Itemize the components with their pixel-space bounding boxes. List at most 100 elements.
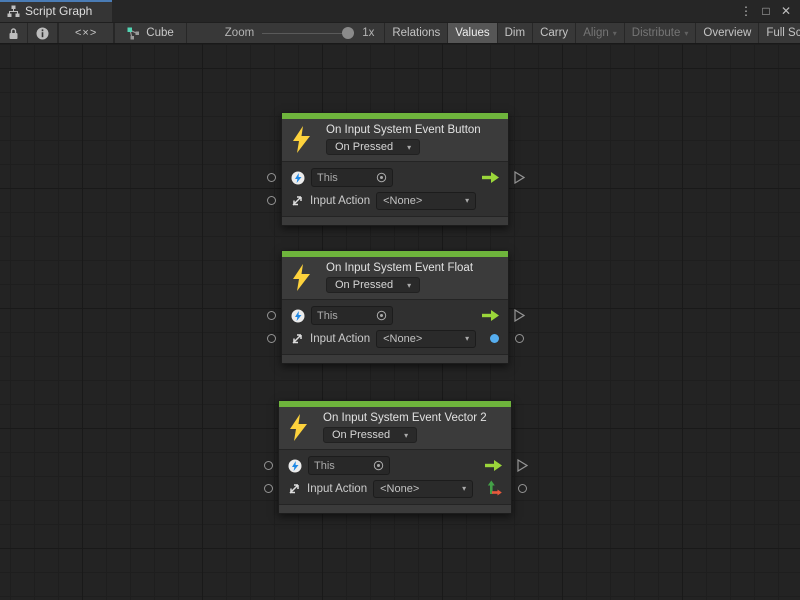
- chevron-down-icon: ▾: [465, 196, 469, 205]
- lock-icon: [8, 27, 19, 40]
- window-menu-icon[interactable]: ⋮: [738, 3, 754, 19]
- node-body: This: [279, 450, 511, 504]
- flow-arrow-icon: [482, 310, 499, 321]
- tab-script-graph[interactable]: Script Graph: [0, 0, 112, 22]
- node-on-input-system-event-float[interactable]: On Input System Event Float On Pressed ▾: [281, 250, 509, 364]
- object-picker-icon[interactable]: [376, 310, 387, 321]
- chevron-down-icon: ▾: [404, 431, 408, 440]
- input-action-port-row: Input Action <None> ▾: [279, 477, 511, 500]
- input-action-dropdown[interactable]: <None> ▾: [376, 192, 476, 210]
- active-tab-indicator: [0, 0, 112, 2]
- window-maximize-icon[interactable]: □: [758, 3, 774, 19]
- node-on-input-system-event-button[interactable]: On Input System Event Button On Pressed …: [281, 112, 509, 226]
- gameobject-event-icon: [291, 171, 305, 185]
- chevron-down-icon: ▾: [465, 334, 469, 343]
- node-footer: [279, 504, 511, 513]
- input-action-port-row: Input Action <None> ▾: [282, 189, 508, 212]
- node-header: On Input System Event Button On Pressed …: [282, 119, 508, 162]
- this-port-row: This: [282, 304, 508, 327]
- values-toggle[interactable]: Values: [448, 23, 497, 43]
- graph-hierarchy-icon: [7, 5, 20, 18]
- this-input-port[interactable]: [267, 311, 276, 320]
- chevron-down-icon: ▾: [684, 29, 688, 38]
- node-footer: [282, 354, 508, 363]
- float-value-icon: [490, 334, 499, 343]
- trigger-state-dropdown[interactable]: On Pressed ▾: [326, 139, 420, 155]
- input-action-dropdown[interactable]: <None> ▾: [373, 480, 473, 498]
- node-on-input-system-event-vector2[interactable]: On Input System Event Vector 2 On Presse…: [278, 400, 512, 514]
- node-title: On Input System Event Button: [326, 124, 481, 136]
- chevron-down-icon: ▾: [462, 484, 466, 493]
- event-bolt-icon: [292, 126, 311, 153]
- this-object-field[interactable]: This: [311, 168, 393, 187]
- vector2-value-output-port[interactable]: [518, 484, 527, 493]
- graph-toolbar: <×> Cube Zoom 1x Relations Values: [0, 22, 800, 44]
- vector2-value-icon: [487, 480, 502, 497]
- graph-breadcrumb[interactable]: Cube: [115, 23, 187, 43]
- node-footer: [282, 216, 508, 225]
- float-value-output-port[interactable]: [515, 334, 524, 343]
- preview-code-button[interactable]: <×>: [59, 23, 114, 43]
- object-picker-icon[interactable]: [376, 172, 387, 183]
- gameobject-event-icon: [288, 459, 302, 473]
- overview-button[interactable]: Overview: [696, 23, 759, 43]
- input-action-icon: [291, 194, 304, 207]
- chevron-down-icon: ▾: [407, 281, 411, 290]
- input-action-label: Input Action: [307, 483, 367, 495]
- zoom-slider-handle[interactable]: [342, 27, 354, 39]
- carry-toggle[interactable]: Carry: [533, 23, 576, 43]
- input-action-port-row: Input Action <None> ▾: [282, 327, 508, 350]
- trigger-state-dropdown[interactable]: On Pressed ▾: [323, 427, 417, 443]
- distribute-dropdown[interactable]: Distribute ▾: [625, 23, 697, 43]
- gameobject-event-icon: [291, 309, 305, 323]
- input-action-icon: [288, 482, 301, 495]
- chevron-down-icon: ▾: [407, 143, 411, 152]
- flow-output-port[interactable]: [517, 459, 528, 472]
- lock-button[interactable]: [0, 23, 28, 43]
- chevron-down-icon: ▾: [613, 29, 617, 38]
- node-title: On Input System Event Float: [326, 262, 473, 274]
- node-header: On Input System Event Float On Pressed ▾: [282, 257, 508, 300]
- event-bolt-icon: [292, 264, 311, 291]
- script-graph-asset-icon: [127, 27, 140, 40]
- align-dropdown[interactable]: Align ▾: [576, 23, 625, 43]
- flow-output-port[interactable]: [514, 309, 525, 322]
- window-controls: ⋮ □ ✕: [738, 0, 800, 22]
- node-header: On Input System Event Vector 2 On Presse…: [279, 407, 511, 450]
- graph-name: Cube: [146, 27, 174, 39]
- node-body: This: [282, 300, 508, 354]
- event-bolt-icon: [289, 414, 308, 441]
- input-action-icon: [291, 332, 304, 345]
- tab-title: Script Graph: [25, 4, 92, 18]
- relations-toggle[interactable]: Relations: [385, 23, 448, 43]
- input-action-input-port[interactable]: [267, 196, 276, 205]
- this-object-field[interactable]: This: [308, 456, 390, 475]
- node-title: On Input System Event Vector 2: [323, 412, 487, 424]
- this-input-port[interactable]: [267, 173, 276, 182]
- input-action-label: Input Action: [310, 333, 370, 345]
- window-close-icon[interactable]: ✕: [778, 3, 794, 19]
- input-action-input-port[interactable]: [267, 334, 276, 343]
- input-action-label: Input Action: [310, 195, 370, 207]
- this-object-field[interactable]: This: [311, 306, 393, 325]
- inspect-button[interactable]: [28, 23, 58, 43]
- this-port-row: This: [279, 454, 511, 477]
- object-picker-icon[interactable]: [373, 460, 384, 471]
- zoom-slider[interactable]: [262, 26, 354, 40]
- dim-toggle[interactable]: Dim: [498, 23, 533, 43]
- this-port-row: This: [282, 166, 508, 189]
- tab-bar: Script Graph ⋮ □ ✕: [0, 0, 800, 22]
- this-input-port[interactable]: [264, 461, 273, 470]
- flow-arrow-icon: [485, 460, 502, 471]
- zoom-value: 1x: [362, 27, 374, 39]
- input-action-dropdown[interactable]: <None> ▾: [376, 330, 476, 348]
- full-screen-button[interactable]: Full Screen: [759, 23, 800, 43]
- script-graph-window: Script Graph ⋮ □ ✕ <×>: [0, 0, 800, 600]
- trigger-state-dropdown[interactable]: On Pressed ▾: [326, 277, 420, 293]
- flow-output-port[interactable]: [514, 171, 525, 184]
- graph-canvas[interactable]: On Input System Event Button On Pressed …: [0, 44, 800, 600]
- zoom-slider-track[interactable]: [262, 33, 354, 34]
- input-action-input-port[interactable]: [264, 484, 273, 493]
- node-body: This: [282, 162, 508, 216]
- zoom-label: Zoom: [225, 27, 254, 39]
